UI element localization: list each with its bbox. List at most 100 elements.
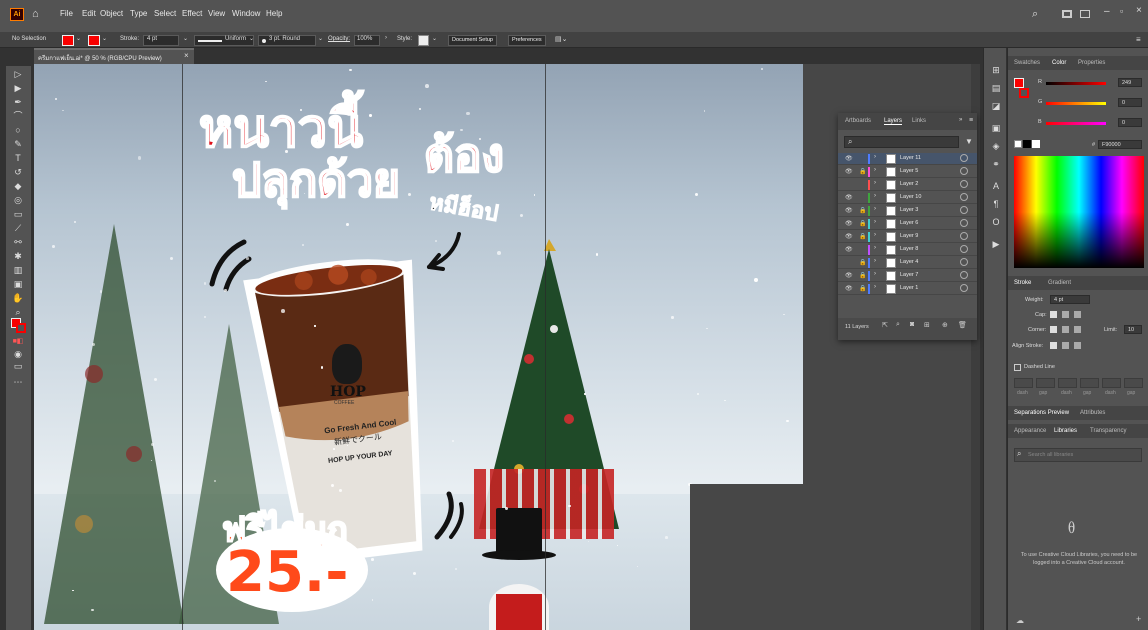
- pencil-tool-icon[interactable]: ✎: [11, 138, 25, 150]
- g-slider[interactable]: [1046, 102, 1106, 105]
- white-swatch[interactable]: [1032, 140, 1040, 148]
- restore-icon[interactable]: ▫: [1120, 6, 1123, 16]
- tab-transparency[interactable]: Transparency: [1090, 428, 1126, 434]
- fill-dropdown-icon[interactable]: ⌄: [76, 35, 81, 42]
- tab-artboards[interactable]: Artboards: [845, 118, 871, 124]
- lock-icon[interactable]: 🔒: [859, 233, 866, 240]
- create-new-layer-icon[interactable]: ⊕: [942, 321, 948, 329]
- ellipse-tool-icon[interactable]: ○: [11, 124, 25, 136]
- visibility-eye-icon[interactable]: 👁: [845, 233, 853, 240]
- pen-tool-icon[interactable]: ✒: [11, 96, 25, 108]
- hand-tool-icon[interactable]: ✋: [11, 292, 25, 304]
- target-circle-icon[interactable]: [960, 206, 968, 214]
- dash-gap-field[interactable]: [1058, 378, 1077, 388]
- character-panel-icon[interactable]: A: [989, 180, 1003, 192]
- links-panel-icon[interactable]: ⚭: [989, 158, 1003, 170]
- expand-arrow-icon[interactable]: ›: [874, 206, 876, 212]
- target-circle-icon[interactable]: [960, 258, 968, 266]
- r-slider[interactable]: [1046, 82, 1106, 85]
- make-clipping-mask-icon[interactable]: ◙: [910, 321, 914, 328]
- tab-attributes[interactable]: Attributes: [1080, 410, 1105, 416]
- b-value[interactable]: 0: [1118, 118, 1142, 127]
- eyedropper-tool-icon[interactable]: ⟋: [11, 222, 25, 234]
- align-outside-icon[interactable]: [1074, 342, 1081, 349]
- menu-item-file[interactable]: File: [60, 9, 73, 18]
- fill-swatch[interactable]: [62, 35, 74, 46]
- tab-color[interactable]: Color: [1052, 60, 1066, 66]
- menu-item-effect[interactable]: Effect: [182, 9, 202, 18]
- expand-arrow-icon[interactable]: ›: [874, 284, 876, 290]
- visibility-eye-icon[interactable]: 👁: [845, 194, 853, 201]
- layer-name[interactable]: Layer 5: [900, 168, 918, 174]
- dashed-line-checkbox[interactable]: [1014, 364, 1021, 371]
- opentype-panel-icon[interactable]: O: [989, 216, 1003, 228]
- align-inside-icon[interactable]: [1062, 342, 1069, 349]
- layer-name[interactable]: Layer 3: [900, 207, 918, 213]
- delete-layer-icon[interactable]: 🗑: [958, 321, 967, 329]
- visibility-eye-icon[interactable]: 👁: [845, 246, 853, 253]
- dash-gap-field[interactable]: [1102, 378, 1121, 388]
- drawing-mode-icon[interactable]: ◉: [11, 348, 25, 360]
- layer-row[interactable]: 👁 🔒 › Layer 9: [838, 231, 977, 243]
- close-document-icon[interactable]: ×: [184, 51, 189, 60]
- layer-row[interactable]: › Layer 2: [838, 179, 977, 191]
- miter-join-icon[interactable]: [1050, 326, 1057, 333]
- lock-icon[interactable]: 🔒: [859, 285, 866, 292]
- rectangle-tool-icon[interactable]: ▭: [11, 208, 25, 220]
- menu-item-select[interactable]: Select: [154, 9, 176, 18]
- expand-arrow-icon[interactable]: ›: [874, 232, 876, 238]
- brush-dropdown-icon[interactable]: ⌄: [318, 35, 323, 42]
- artboard[interactable]: หนาวนี้ ต้อง ปลุกด้วย หมีฮ็อป HOP COFFEE…: [34, 64, 803, 630]
- round-cap-icon[interactable]: [1062, 311, 1069, 318]
- layer-name[interactable]: Layer 7: [900, 272, 918, 278]
- search-icon[interactable]: ⌕: [1032, 8, 1038, 21]
- layer-row[interactable]: 👁 🔒 › Layer 1: [838, 283, 977, 295]
- expand-arrow-icon[interactable]: ›: [874, 258, 876, 264]
- expand-arrow-icon[interactable]: ›: [874, 180, 876, 186]
- tab-swatches[interactable]: Swatches: [1014, 60, 1040, 66]
- weight-field[interactable]: 4 pt: [1050, 295, 1090, 304]
- limit-field[interactable]: 10: [1124, 325, 1142, 334]
- align-center-icon[interactable]: [1050, 342, 1057, 349]
- color-mode-icon[interactable]: ■◧: [11, 336, 25, 348]
- target-circle-icon[interactable]: [960, 167, 968, 175]
- layer-name[interactable]: Layer 6: [900, 220, 918, 226]
- visibility-eye-icon[interactable]: 👁: [845, 285, 853, 292]
- target-circle-icon[interactable]: [960, 245, 968, 253]
- visibility-eye-icon[interactable]: 👁: [845, 155, 853, 162]
- expand-arrow-icon[interactable]: ›: [874, 193, 876, 199]
- dash-gap-field[interactable]: [1124, 378, 1143, 388]
- create-sublayer-icon[interactable]: ⊞: [924, 321, 930, 329]
- style-swatch[interactable]: [418, 35, 429, 46]
- expand-arrow-icon[interactable]: ›: [874, 154, 876, 160]
- selection-tool-icon[interactable]: ▷: [11, 68, 25, 80]
- target-circle-icon[interactable]: [960, 180, 968, 188]
- artboard-tool-icon[interactable]: ▣: [11, 278, 25, 290]
- direct-selection-tool-icon[interactable]: ▶: [11, 82, 25, 94]
- visibility-eye-icon[interactable]: 👁: [845, 207, 853, 214]
- layer-row[interactable]: 👁 🔒 › Layer 5: [838, 166, 977, 178]
- tab-appearance[interactable]: Appearance: [1014, 428, 1046, 434]
- export-for-screens-icon[interactable]: ⇱: [882, 321, 888, 329]
- layer-row[interactable]: 🔒 › Layer 4: [838, 257, 977, 269]
- locate-object-icon[interactable]: ⌕: [896, 321, 900, 329]
- eraser-tool-icon[interactable]: ◆: [11, 180, 25, 192]
- round-join-icon[interactable]: [1062, 326, 1069, 333]
- dash-gap-field[interactable]: [1080, 378, 1099, 388]
- document-tab[interactable]: ครีมกาแฟเย็น.ai* @ 50 % (RGB/CPU Preview…: [34, 48, 194, 64]
- layer-name[interactable]: Layer 8: [900, 246, 918, 252]
- pathfinder-panel-icon[interactable]: ◪: [989, 100, 1003, 112]
- control-panel-menu-icon[interactable]: ≡: [1136, 35, 1141, 44]
- zoom-tool-icon[interactable]: ⌕: [11, 306, 25, 318]
- tab-stroke[interactable]: Stroke: [1014, 280, 1031, 286]
- g-value[interactable]: 0: [1118, 98, 1142, 107]
- stroke-dropdown-icon[interactable]: ⌄: [102, 35, 107, 42]
- expand-arrow-icon[interactable]: ›: [874, 219, 876, 225]
- align-panel-icon[interactable]: ▤: [989, 82, 1003, 94]
- projecting-cap-icon[interactable]: [1074, 311, 1081, 318]
- none-swatch[interactable]: [1014, 140, 1022, 148]
- b-slider[interactable]: [1046, 122, 1106, 125]
- color-fill-icon[interactable]: [1014, 78, 1024, 88]
- fill-stroke-stroke-icon[interactable]: [16, 323, 26, 333]
- layer-name[interactable]: Layer 1: [900, 285, 918, 291]
